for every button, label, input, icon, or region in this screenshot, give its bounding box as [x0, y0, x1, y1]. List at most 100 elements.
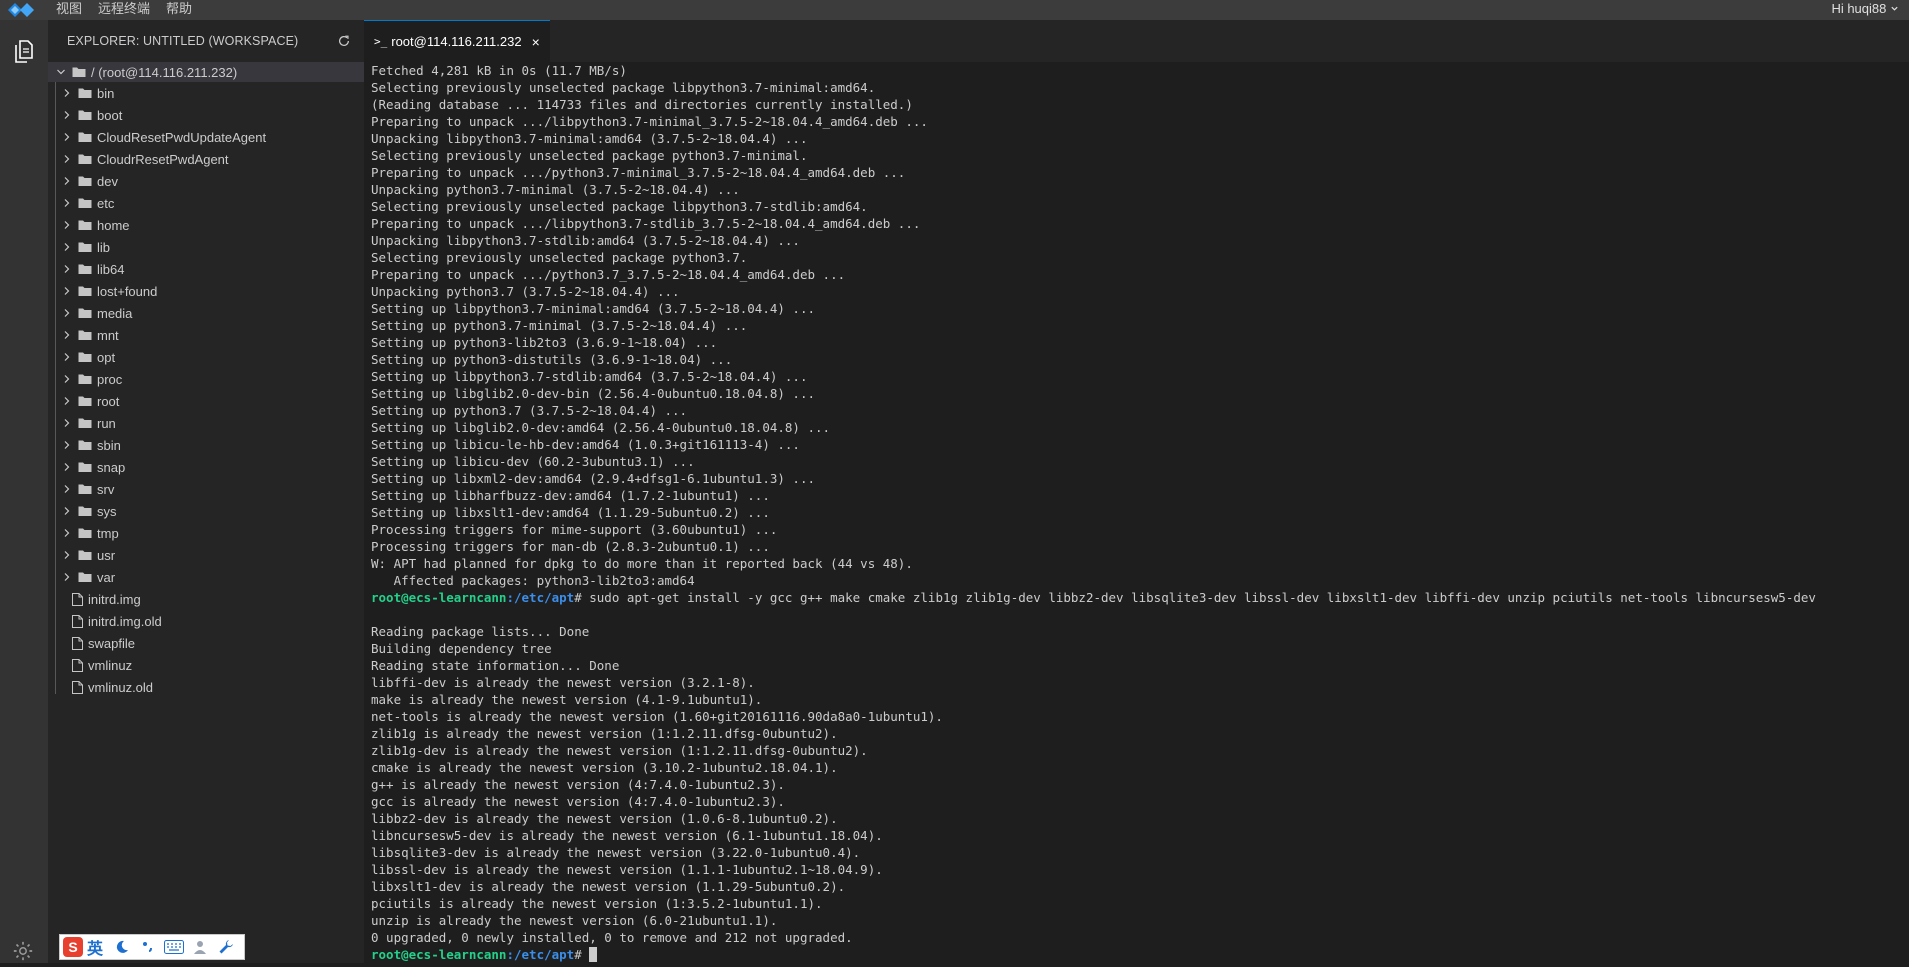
- tree-folder[interactable]: CloudResetPwdUpdateAgent: [48, 126, 364, 148]
- terminal-line: W: APT had planned for dpkg to do more t…: [371, 556, 913, 571]
- tree-folder[interactable]: sys: [48, 500, 364, 522]
- folder-icon: [78, 549, 92, 561]
- tree-folder[interactable]: lost+found: [48, 280, 364, 302]
- tree-folder-label: var: [97, 569, 116, 585]
- terminal-line: Reading state information... Done: [371, 658, 620, 673]
- terminal-line: Setting up libxml2-dev:amd64 (2.9.4+dfsg…: [371, 471, 816, 486]
- tree-root[interactable]: / (root@114.116.211.232): [48, 62, 364, 82]
- folder-icon: [78, 483, 92, 495]
- folder-icon: [78, 285, 92, 297]
- close-icon[interactable]: ×: [532, 34, 540, 50]
- tree-folder[interactable]: lib64: [48, 258, 364, 280]
- tree-file[interactable]: initrd.img: [48, 588, 364, 610]
- tree-folder[interactable]: boot: [48, 104, 364, 126]
- terminal-line: Setting up python3-distutils (3.6.9-1~18…: [371, 352, 733, 367]
- moon-icon[interactable]: [111, 937, 133, 957]
- wrench-icon[interactable]: [215, 937, 237, 957]
- terminal-line: Setting up libglib2.0-dev:amd64 (2.56.4-…: [371, 420, 831, 435]
- file-icon: [72, 680, 83, 694]
- terminal-prompt-line: root@ecs-learncann:/etc/apt#: [371, 946, 1909, 963]
- tree-folder[interactable]: var: [48, 566, 364, 588]
- punctuation-icon[interactable]: [137, 937, 159, 957]
- tree-file[interactable]: vmlinuz: [48, 654, 364, 676]
- tree-folder[interactable]: etc: [48, 192, 364, 214]
- chevron-right-icon: [60, 374, 74, 384]
- chevron-right-icon: [60, 220, 74, 230]
- terminal-line: cmake is already the newest version (3.1…: [371, 760, 838, 775]
- tree-folder-label: bin: [97, 85, 115, 101]
- user-menu[interactable]: Hi huqi88: [1831, 0, 1899, 20]
- refresh-icon[interactable]: [336, 33, 352, 49]
- terminal-line: Setting up python3-lib2to3 (3.6.9-1~18.0…: [371, 335, 718, 350]
- tree-folder[interactable]: proc: [48, 368, 364, 390]
- tree-folder[interactable]: home: [48, 214, 364, 236]
- tree-folder-label: lib: [97, 239, 111, 255]
- terminal-line: Unpacking python3.7-minimal (3.7.5-2~18.…: [371, 182, 740, 197]
- terminal-line: g++ is already the newest version (4:7.4…: [371, 777, 785, 792]
- tree-folder[interactable]: lib: [48, 236, 364, 258]
- user-greeting: Hi huqi88: [1831, 1, 1887, 16]
- tree-folder[interactable]: tmp: [48, 522, 364, 544]
- tree-folder[interactable]: CloudrResetPwdAgent: [48, 148, 364, 170]
- tree-file[interactable]: swapfile: [48, 632, 364, 654]
- tree-file-label: initrd.img: [88, 591, 141, 607]
- folder-icon: [78, 241, 92, 253]
- tree-folder[interactable]: media: [48, 302, 364, 324]
- file-icon: [72, 636, 83, 650]
- tree-folder[interactable]: srv: [48, 478, 364, 500]
- tree-folder-label: sbin: [97, 437, 121, 453]
- tab-terminal[interactable]: >_ root@114.116.211.232 ×: [364, 20, 550, 62]
- terminal-output[interactable]: Fetched 4,281 kB in 0s (11.7 MB/s) Select…: [371, 62, 1909, 963]
- terminal-line: Preparing to unpack .../libpython3.7-min…: [371, 114, 928, 129]
- folder-icon: [78, 197, 92, 209]
- file-tree: bin boot CloudResetPwdUpdateAgent Cloudr…: [48, 82, 364, 698]
- terminal-line: libssl-dev is already the newest version…: [371, 862, 883, 877]
- prompt-path: :/etc/apt: [506, 947, 575, 962]
- tree-folder[interactable]: dev: [48, 170, 364, 192]
- prompt-symbol: #: [574, 947, 582, 962]
- explorer-header: EXPLORER: UNTITLED (WORKSPACE): [48, 20, 364, 62]
- keyboard-icon[interactable]: [163, 937, 185, 957]
- chevron-right-icon: [60, 484, 74, 494]
- terminal-line: Setting up libharfbuzz-dev:amd64 (1.7.2-…: [371, 488, 770, 503]
- prompt-user: root@ecs-learncann: [371, 590, 507, 605]
- folder-icon: [78, 329, 92, 341]
- terminal-line: Reading package lists... Done: [371, 624, 590, 639]
- user-icon[interactable]: [189, 937, 211, 957]
- ime-logo-icon[interactable]: S: [63, 937, 83, 957]
- tree-folder[interactable]: bin: [48, 82, 364, 104]
- folder-icon: [72, 66, 86, 78]
- menu-view[interactable]: 视图: [48, 0, 90, 20]
- tree-file-label: vmlinuz: [88, 657, 133, 673]
- app-logo-icon[interactable]: [0, 0, 48, 20]
- tree-folder[interactable]: usr: [48, 544, 364, 566]
- terminal-line: Preparing to unpack .../python3.7_3.7.5-…: [371, 267, 846, 282]
- menu-remote-terminal[interactable]: 远程终端: [90, 0, 158, 20]
- explorer-files-icon[interactable]: [12, 38, 36, 69]
- tree-file[interactable]: initrd.img.old: [48, 610, 364, 632]
- tree-folder-label: srv: [97, 481, 115, 497]
- tab-bar: >_ root@114.116.211.232 ×: [364, 20, 1909, 62]
- tree-folder[interactable]: opt: [48, 346, 364, 368]
- tree-folder[interactable]: snap: [48, 456, 364, 478]
- tree-file-label: vmlinuz.old: [88, 679, 154, 695]
- menu-help[interactable]: 帮助: [158, 0, 200, 20]
- explorer-title: EXPLORER: UNTITLED (WORKSPACE): [67, 34, 299, 48]
- terminal-line: unzip is already the newest version (6.0…: [371, 913, 778, 928]
- tree-folder-label: usr: [97, 547, 116, 563]
- tree-file[interactable]: vmlinuz.old: [48, 676, 364, 698]
- folder-icon: [78, 439, 92, 451]
- ime-language-toggle[interactable]: 英: [87, 935, 103, 959]
- chevron-right-icon: [60, 330, 74, 340]
- tree-folder[interactable]: sbin: [48, 434, 364, 456]
- chevron-right-icon: [60, 528, 74, 538]
- terminal-line: Processing triggers for man-db (2.8.3-2u…: [371, 539, 770, 554]
- chevron-right-icon: [60, 506, 74, 516]
- tree-folder[interactable]: mnt: [48, 324, 364, 346]
- tree-folder[interactable]: run: [48, 412, 364, 434]
- terminal-line: libxslt1-dev is already the newest versi…: [371, 879, 846, 894]
- folder-icon: [78, 417, 92, 429]
- editor-area: >_ root@114.116.211.232 × Fetched 4,281 …: [364, 20, 1909, 963]
- folder-icon: [78, 153, 92, 165]
- tree-folder[interactable]: root: [48, 390, 364, 412]
